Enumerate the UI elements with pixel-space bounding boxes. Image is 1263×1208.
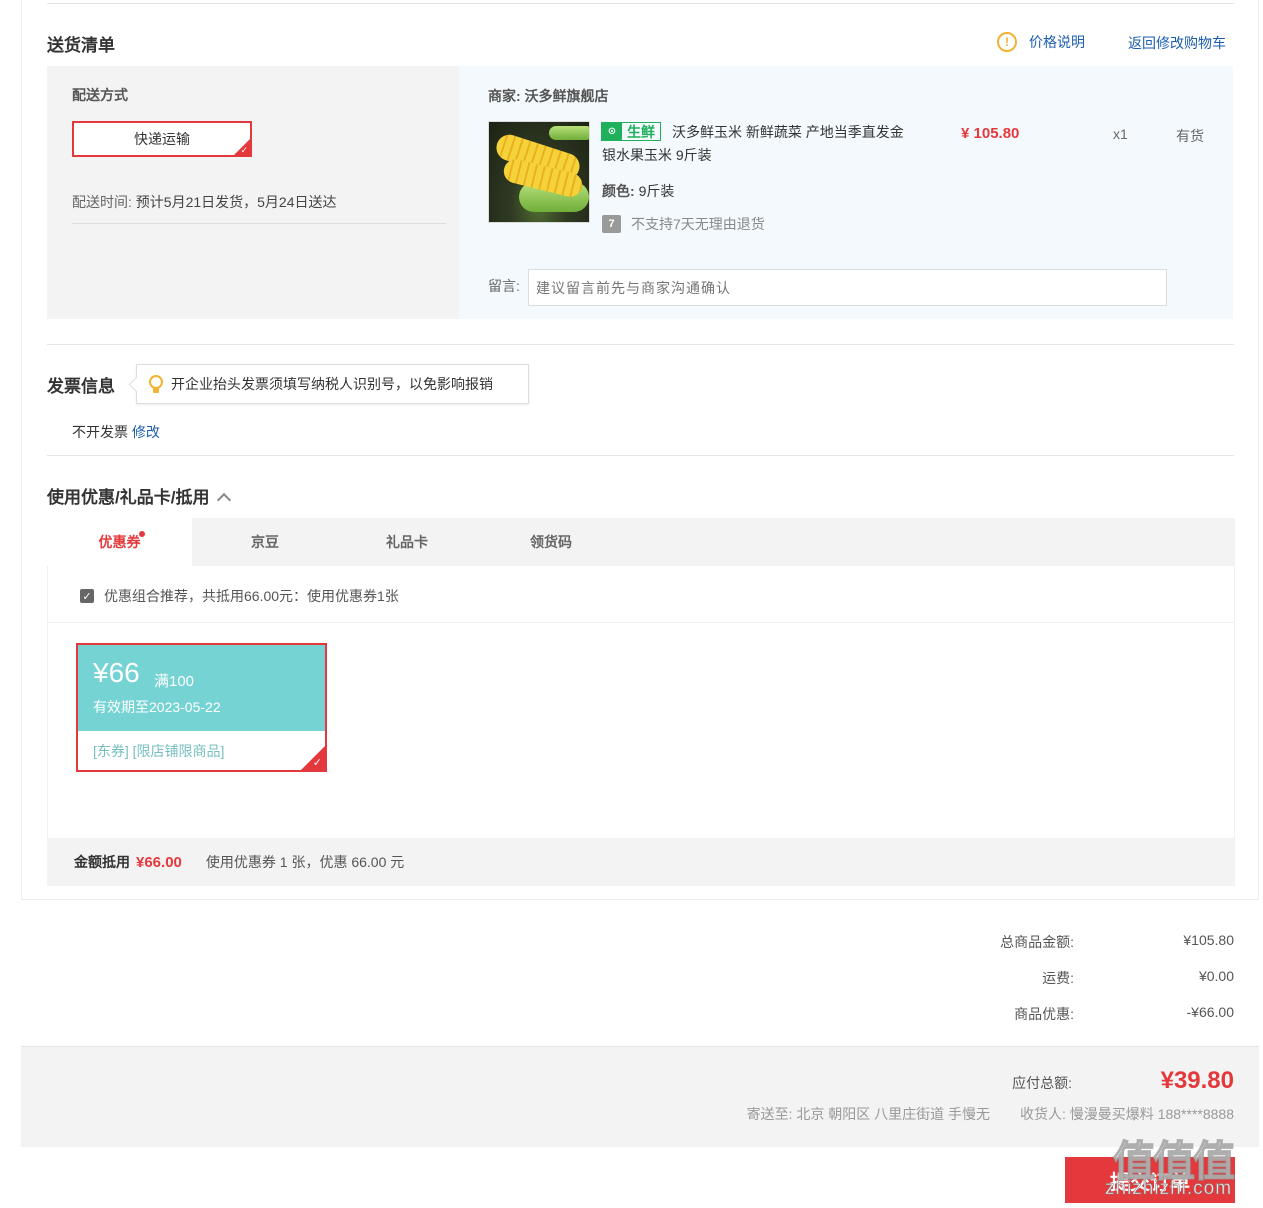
express-shipping-option[interactable]: 快递运输 ✓ (72, 121, 252, 157)
coupon-amount: ¥66 (93, 657, 140, 688)
delivery-time-value: 预计5月21日发货，5月24日送达 (135, 194, 337, 210)
address-text: 寄送至: 北京 朝阳区 八里庄街道 手慢无 (746, 1106, 991, 1122)
product-color-value: 9斤装 (638, 183, 675, 199)
price-note-label: 价格说明 (1029, 34, 1085, 50)
payment-bar: 应付总额: ¥39.80 寄送至: 北京 朝阳区 八里庄街道 手慢无 收货人: 慢… (21, 1046, 1259, 1147)
product-color: 颜色: 9斤装 (602, 181, 674, 201)
delivery-title: 送货清单 (47, 36, 115, 55)
discounts-title[interactable]: 使用优惠/礼品卡/抵用 (47, 483, 232, 508)
shipping-address: 寄送至: 北京 朝阳区 八里庄街道 手慢无 收货人: 慢漫曼买爆料 188****… (747, 1104, 1234, 1124)
top-divider (47, 3, 1234, 4)
return-policy-text: 不支持7天无理由退货 (631, 216, 765, 232)
return-policy: 7 不支持7天无理由退货 (602, 214, 765, 234)
invoice-status-text: 不开发票 (72, 424, 128, 440)
coupon-card[interactable]: ¥66 满100 有效期至2023-05-22 [东券] [限店铺限商品] ✓ (76, 643, 327, 772)
delivery-time: 配送时间: 预计5月21日发货，5月24日送达 (72, 192, 337, 212)
combo-checkbox[interactable]: ✓ (80, 589, 94, 603)
message-label: 留言: (488, 278, 520, 294)
payable-total: ¥39.80 (1160, 1067, 1234, 1094)
goods-panel: 商家: 沃多鲜旗舰店 沃多鲜玉米 新鲜蔬菜 产地当季直发金银水果玉米 9斤装 ⊙… (459, 66, 1233, 319)
discount-value: -¥66.00 (1186, 1004, 1234, 1020)
shipping-method-label: 配送方式 (72, 87, 128, 103)
merchant-name: 商家: 沃多鲜旗舰店 (488, 88, 609, 104)
discount-label: 商品优惠: (1014, 1006, 1074, 1022)
invoice-tip: 开企业抬头发票须填写纳税人识别号，以免影响报销 (136, 364, 529, 404)
shipping-divider (72, 223, 446, 224)
invoice-title: 发票信息 (47, 377, 115, 396)
product-color-label: 颜色: (602, 183, 635, 199)
fresh-tag: ⊙ 生鲜 (601, 122, 661, 141)
goods-total-value: ¥105.80 (1183, 932, 1234, 948)
coupon-summary-amount: ¥66.00 (136, 853, 182, 871)
tab-coupons[interactable]: 优惠券 (47, 518, 192, 566)
invoice-tip-text: 开企业抬头发票须填写纳税人识别号，以免影响报销 (171, 376, 493, 392)
coupon-scope: [东券] [限店铺限商品] (93, 743, 225, 759)
fresh-tag-icon: ⊙ (602, 123, 622, 140)
new-dot-icon (139, 531, 145, 537)
lightbulb-icon (149, 375, 163, 393)
product-image[interactable] (488, 121, 590, 223)
price-note-link[interactable]: ! 价格说明 (997, 32, 1085, 52)
tab-gift-card[interactable]: 礼品卡 (357, 518, 457, 566)
tab-jingdou[interactable]: 京豆 (215, 518, 315, 566)
checkmark-icon: ✓ (240, 145, 248, 155)
shipping-fee-label: 运费: (1042, 970, 1074, 986)
fresh-tag-label: 生鲜 (627, 123, 655, 140)
combo-text: 优惠组合推荐，共抵用66.00元：使用优惠券1张 (104, 588, 399, 604)
coupon-area: ✓ 优惠组合推荐，共抵用66.00元：使用优惠券1张 ¥66 满100 有效期至… (47, 566, 1235, 838)
back-to-cart-link[interactable]: 返回修改购物车 (1128, 33, 1226, 53)
receiver-text: 收货人: 慢漫曼买爆料 188****8888 (1020, 1106, 1234, 1122)
invoice-edit-link[interactable]: 修改 (132, 424, 160, 440)
product-quantity: x1 (1113, 126, 1128, 142)
shipping-panel: 配送方式 快递运输 ✓ 配送时间: 预计5月21日发货，5月24日送达 (47, 66, 459, 319)
shipping-fee-value: ¥0.00 (1198, 968, 1234, 984)
combo-recommendation: ✓ 优惠组合推荐，共抵用66.00元：使用优惠券1张 (80, 586, 399, 606)
section-divider (47, 455, 1234, 456)
coupon-threshold: 满100 (154, 673, 195, 690)
delivery-time-label: 配送时间: (72, 194, 132, 210)
coupon-summary-label: 金额抵用 (74, 854, 130, 870)
payable-label: 应付总额: (1012, 1075, 1072, 1091)
coupon-summary: 金额抵用 ¥66.00 使用优惠券 1 张，优惠 66.00 元 (47, 838, 1235, 886)
seven-day-icon: 7 (602, 215, 621, 233)
coupon-summary-text: 使用优惠券 1 张，优惠 66.00 元 (205, 854, 405, 870)
stock-status: 有货 (1176, 128, 1204, 144)
coupon-validity: 有效期至2023-05-22 (93, 699, 221, 715)
discounts-title-text: 使用优惠/礼品卡/抵用 (47, 488, 210, 507)
tab-coupons-label: 优惠券 (98, 534, 141, 550)
corn-husk-shape (549, 126, 589, 140)
submit-order-button[interactable]: 提交订单 (1065, 1157, 1235, 1203)
section-divider (47, 344, 1234, 345)
invoice-status: 不开发票 修改 (72, 422, 160, 442)
product-price: ¥ 105.80 (961, 125, 1020, 142)
warning-icon: ! (997, 32, 1017, 52)
goods-total-label: 总商品金额: (1000, 934, 1074, 950)
discount-tabs: 优惠券 京豆 礼品卡 领货码 (47, 518, 1235, 566)
chevron-up-icon (217, 492, 232, 508)
tab-pickup-code[interactable]: 领货码 (501, 518, 601, 566)
combo-divider (48, 622, 1234, 623)
express-shipping-label: 快递运输 (134, 131, 190, 147)
checkmark-icon: ✓ (312, 757, 322, 769)
message-input[interactable] (528, 269, 1167, 306)
